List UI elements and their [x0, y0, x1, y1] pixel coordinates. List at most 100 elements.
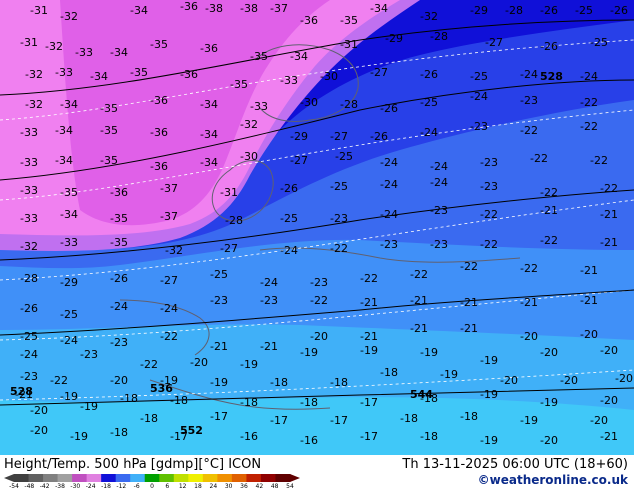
temperature-label: -25 [210, 268, 228, 281]
temperature-label: -35 [150, 38, 168, 51]
temperature-label: -21 [360, 330, 378, 343]
temperature-label: -24 [380, 208, 398, 221]
temperature-label: -36 [150, 126, 168, 139]
temperature-label: -20 [615, 372, 633, 385]
temperature-label: -21 [410, 294, 428, 307]
temperature-label: -21 [210, 340, 228, 353]
temperature-label: -16 [300, 434, 318, 447]
temperature-label: -18 [240, 396, 258, 409]
temperature-label: -33 [20, 126, 38, 139]
temperature-label: -34 [290, 50, 308, 63]
site-credit: ©weatheronline.co.uk [477, 473, 628, 487]
temperature-label: -23 [330, 212, 348, 225]
temperature-label: -26 [420, 68, 438, 81]
temperature-label: -28 [430, 30, 448, 43]
temperature-label: -23 [430, 238, 448, 251]
temperature-label: -19 [480, 388, 498, 401]
temperature-label: -18 [420, 430, 438, 443]
temperature-label: -34 [90, 70, 108, 83]
map-title: Height/Temp. 500 hPa [gdmp][°C] ICON [4, 457, 262, 472]
legend-tick-label: 0 [150, 483, 154, 489]
temperature-label: -23 [430, 204, 448, 217]
temperature-label: -19 [420, 346, 438, 359]
temperature-label: -18 [400, 412, 418, 425]
temperature-label: -30 [240, 150, 258, 163]
legend-swatch [246, 474, 262, 482]
legend-tick-label: 12 [179, 483, 187, 489]
temperature-label: -20 [30, 424, 48, 437]
temperature-label: -25 [330, 180, 348, 193]
temperature-label: -32 [165, 244, 183, 257]
height-label: 528 [540, 70, 563, 83]
temperature-label: -18 [140, 412, 158, 425]
temperature-label: -18 [110, 426, 128, 439]
temperature-label: -24 [380, 156, 398, 169]
temperature-label: -22 [480, 238, 498, 251]
temperature-label: -29 [470, 4, 488, 17]
temperature-label: -21 [600, 236, 618, 249]
temperature-label: -26 [280, 182, 298, 195]
legend-tick-label: 36 [240, 483, 248, 489]
temperature-label: -21 [600, 208, 618, 221]
color-legend: -54 -48 -42 -38 -30 -24 -18 -12 -6 0 6 12 18 24 30 36 42… [4, 474, 300, 489]
temperature-label: -35 [340, 14, 358, 27]
temperature-label: -19 [300, 346, 318, 359]
temperature-label: -23 [520, 94, 538, 107]
temperature-label: -17 [330, 414, 348, 427]
temperature-label: -22 [520, 124, 538, 137]
temperature-label: -37 [160, 182, 178, 195]
legend-tick-label: -42 [40, 483, 50, 489]
temperature-label: -19 [360, 344, 378, 357]
temperature-label: -26 [540, 4, 558, 17]
temperature-label: -31 [20, 36, 38, 49]
temperature-label: -30 [320, 70, 338, 83]
temperature-label: -38 [205, 2, 223, 15]
temperature-label: -32 [420, 10, 438, 23]
temperature-label: -36 [110, 186, 128, 199]
temperature-label: -24 [260, 276, 278, 289]
temperature-label: -20 [310, 330, 328, 343]
temperature-label: -36 [300, 14, 318, 27]
legend-swatch [28, 474, 44, 482]
legend-swatch [130, 474, 146, 482]
temperature-label: -20 [110, 374, 128, 387]
temperature-label: -22 [540, 234, 558, 247]
temperature-label: -24 [20, 348, 38, 361]
temperature-label: -24 [430, 160, 448, 173]
weather-map: -31 -32 -34 -36 -38 -38 -37-36 -35-34-32 -29 -28-… [0, 0, 634, 455]
legend-tick-label: 48 [271, 483, 279, 489]
temperature-label: -28 [340, 98, 358, 111]
legend-ticks: -54 -48 -42 -38 -30 -24 -18 -12 -6 0 6 12 18 24 30 36 42… [9, 483, 294, 489]
temperature-label: -33 [75, 46, 93, 59]
legend-swatch [144, 474, 160, 482]
temperature-label: -20 [540, 346, 558, 359]
temperature-label: -34 [370, 2, 388, 15]
temperature-label: -34 [55, 154, 73, 167]
temperature-label: -33 [60, 236, 78, 249]
temperature-label: -36 [150, 160, 168, 173]
temperature-label: -34 [55, 124, 73, 137]
footer-bar: Height/Temp. 500 hPa [gdmp][°C] ICON Th … [0, 455, 634, 490]
temperature-label: -22 [140, 358, 158, 371]
temperature-label: -20 [520, 330, 538, 343]
height-label: 536 [150, 382, 173, 395]
temperature-label: -33 [20, 156, 38, 169]
temperature-label: -32 [25, 68, 43, 81]
temperature-label: -29 [385, 32, 403, 45]
temperature-label: -24 [580, 70, 598, 83]
temperature-label: -26 [110, 272, 128, 285]
temperature-label: -34 [200, 128, 218, 141]
temperature-label: -35 [100, 102, 118, 115]
temperature-label: -19 [440, 368, 458, 381]
legend-swatch [72, 474, 88, 482]
legend-tick-label: -12 [116, 483, 126, 489]
temperature-label: -18 [170, 394, 188, 407]
legend-tick-label: 6 [165, 483, 169, 489]
temperature-label: -36 [180, 68, 198, 81]
temperature-label: -23 [480, 180, 498, 193]
temperature-label: -27 [330, 130, 348, 143]
temperature-label: -30 [300, 96, 318, 109]
legend-tick-label: -24 [86, 483, 96, 489]
legend-arrow-right [290, 474, 300, 482]
temperature-label: -19 [60, 390, 78, 403]
